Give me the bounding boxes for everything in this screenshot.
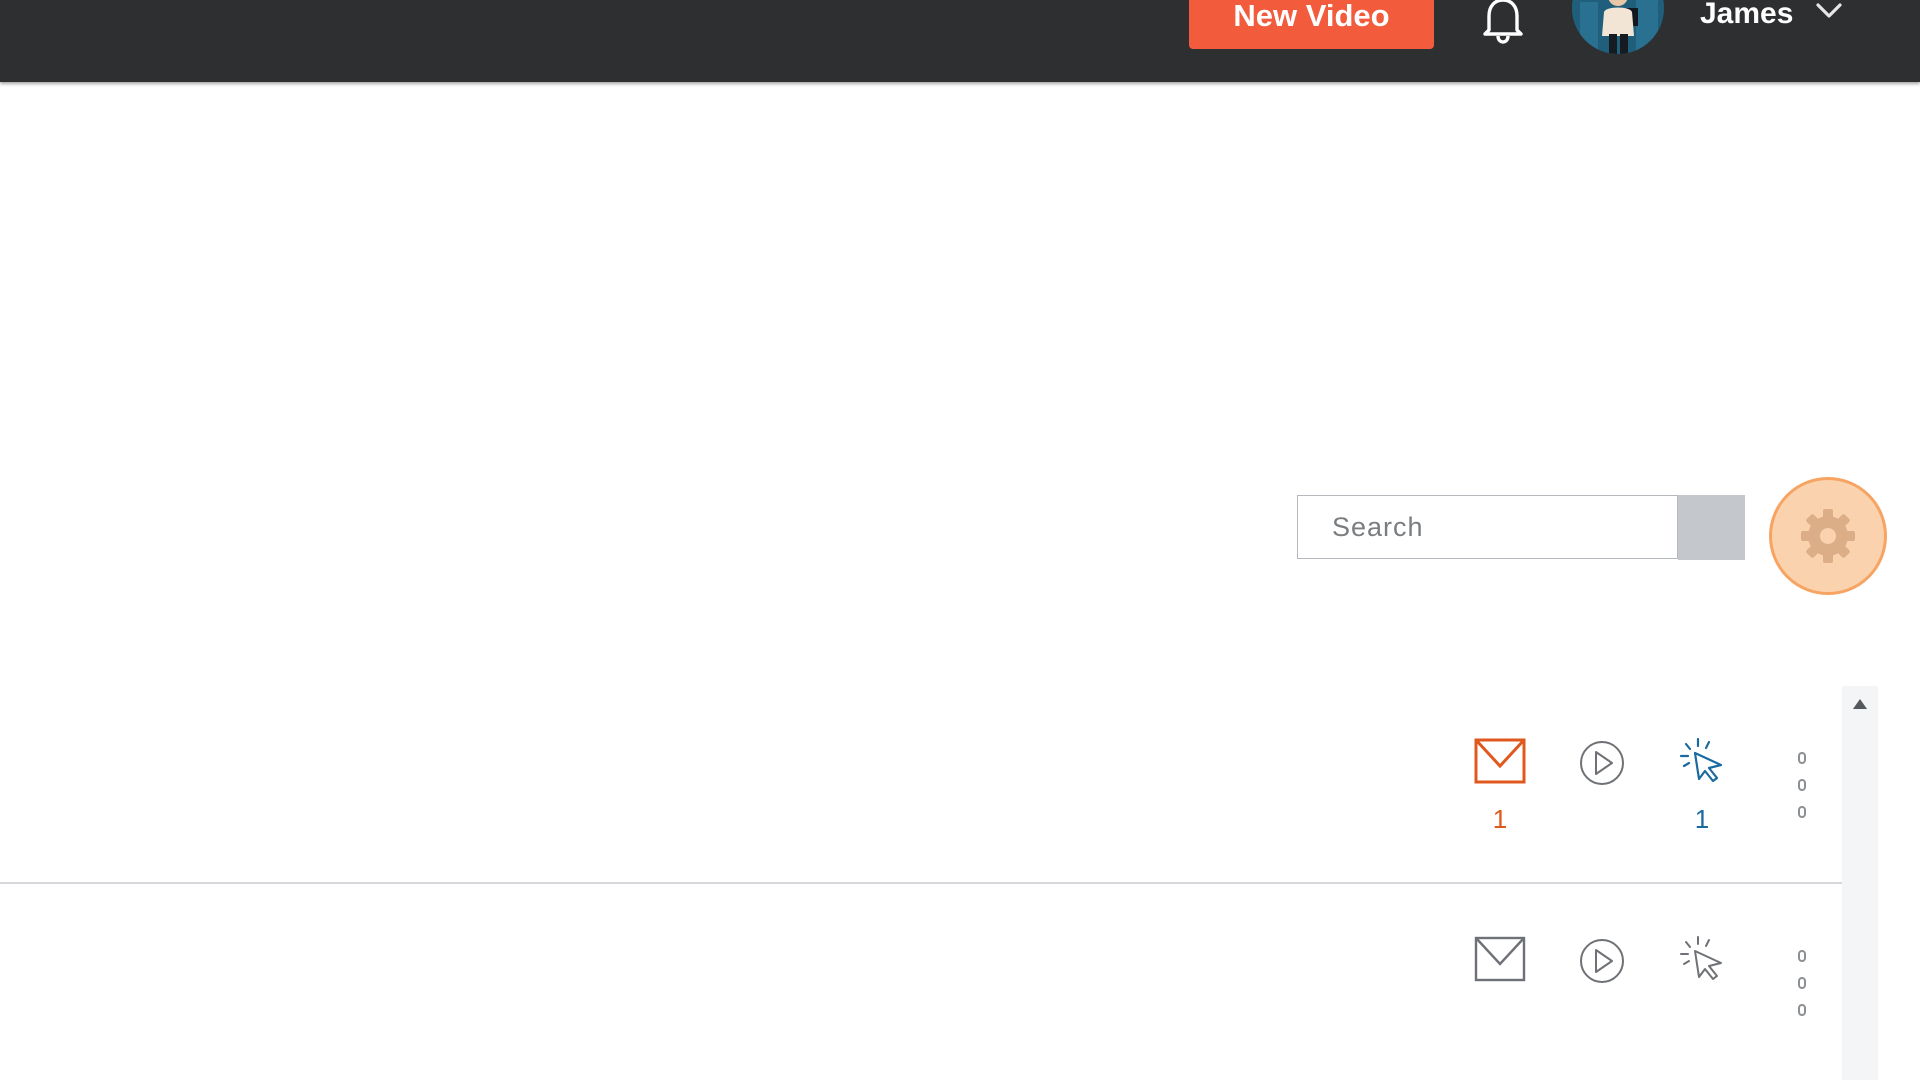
more-options-icon[interactable] (1790, 950, 1814, 1040)
search-box (1297, 495, 1678, 559)
play-metric (1572, 938, 1632, 1004)
top-navigation-bar: New Video James (0, 0, 1920, 82)
user-avatar[interactable] (1572, 0, 1664, 54)
cursor-click-icon (1679, 737, 1723, 783)
results-list: 1 1 (0, 686, 1842, 1080)
more-options-icon[interactable] (1790, 752, 1814, 842)
click-count: 1 (1694, 804, 1710, 834)
play-icon (1580, 741, 1624, 785)
search-input[interactable] (1298, 496, 1677, 558)
user-name[interactable]: James (1700, 0, 1793, 34)
search-button[interactable] (1678, 495, 1745, 560)
play-metric (1572, 740, 1632, 806)
click-metric: 1 (1672, 736, 1732, 834)
email-metric: 1 (1470, 738, 1530, 834)
email-icon (1474, 738, 1526, 784)
list-item[interactable]: 1 1 (0, 686, 1842, 884)
scrollbar[interactable] (1842, 686, 1878, 1080)
new-video-label: New Video (1233, 0, 1390, 33)
click-metric (1672, 934, 1732, 1002)
chevron-down-icon[interactable] (1815, 2, 1843, 20)
email-metric (1470, 936, 1530, 1002)
cursor-click-icon (1680, 936, 1722, 980)
new-video-button[interactable]: New Video (1189, 0, 1434, 49)
email-count: 1 (1492, 804, 1508, 834)
settings-button[interactable] (1769, 477, 1887, 595)
gear-icon (1801, 509, 1855, 563)
list-item[interactable] (0, 884, 1842, 1081)
scroll-up-arrow-icon[interactable] (1852, 698, 1868, 710)
bell-icon[interactable] (1478, 0, 1528, 44)
email-icon (1474, 936, 1526, 982)
play-icon (1580, 939, 1624, 983)
